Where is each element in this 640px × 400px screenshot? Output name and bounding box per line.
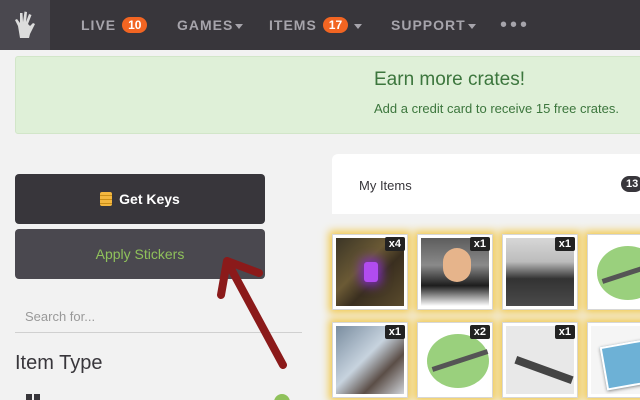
app-root: { "nav": { "logo_icon": "hand-logo-icon"… bbox=[0, 0, 640, 400]
nav-items-label: ITEMS bbox=[269, 17, 317, 33]
photo-card-image bbox=[591, 326, 640, 394]
nav-live-label: LIVE bbox=[81, 17, 117, 33]
nav-games[interactable]: GAMES bbox=[177, 0, 244, 50]
nav-items[interactable]: ITEMS 17 bbox=[269, 0, 363, 50]
inventory-tile[interactable]: x1 bbox=[332, 322, 408, 398]
inventory-tile[interactable]: x1 bbox=[502, 234, 578, 310]
top-navbar: LIVE 10 GAMES ITEMS 17 SUPPORT ••• bbox=[0, 0, 640, 50]
filter-toggle-icon[interactable] bbox=[274, 394, 290, 400]
live-count-badge: 10 bbox=[122, 17, 148, 33]
red-arrow-annotation bbox=[217, 257, 287, 369]
nav-live[interactable]: LIVE 10 bbox=[81, 0, 148, 50]
item-count-badge: 13 bbox=[621, 176, 640, 192]
inventory-tile[interactable] bbox=[587, 234, 640, 310]
quantity-badge: x2 bbox=[469, 325, 490, 339]
more-menu-icon[interactable]: ••• bbox=[500, 0, 530, 50]
banner-title: Earn more crates! bbox=[374, 69, 525, 90]
inventory-tile[interactable]: x1 bbox=[417, 234, 493, 310]
puzzle-sticker-image bbox=[591, 238, 640, 306]
grid-view-icon[interactable] bbox=[26, 394, 40, 400]
banner-subtitle: Add a credit card to receive 15 free cra… bbox=[374, 101, 619, 116]
quantity-badge: x1 bbox=[384, 325, 405, 339]
apply-stickers-label: Apply Stickers bbox=[95, 246, 185, 262]
inventory-tile[interactable]: x4 bbox=[332, 234, 408, 310]
caret-down-icon bbox=[354, 23, 363, 29]
promo-banner: Earn more crates! Add a credit card to r… bbox=[15, 56, 640, 134]
caret-down-icon bbox=[235, 23, 244, 29]
hand-logo-icon[interactable] bbox=[0, 0, 50, 50]
tab-my-items[interactable]: My Items 13 bbox=[332, 154, 640, 214]
inventory-tile[interactable]: x1 bbox=[502, 322, 578, 398]
get-keys-label: Get Keys bbox=[119, 191, 180, 207]
caret-down-icon bbox=[467, 23, 476, 29]
tab-my-items-label: My Items bbox=[359, 178, 412, 193]
inventory-tile[interactable]: x2 bbox=[417, 322, 493, 398]
nav-support[interactable]: SUPPORT bbox=[391, 0, 476, 50]
coin-stack-icon bbox=[100, 192, 113, 206]
items-count-badge: 17 bbox=[322, 17, 349, 33]
inventory-tile[interactable] bbox=[587, 322, 640, 398]
get-keys-button[interactable]: Get Keys bbox=[15, 174, 265, 224]
quantity-badge: x4 bbox=[384, 237, 405, 251]
nav-support-label: SUPPORT bbox=[391, 17, 466, 33]
item-type-heading: Item Type bbox=[15, 352, 103, 374]
quantity-badge: x1 bbox=[469, 237, 490, 251]
quantity-badge: x1 bbox=[554, 325, 575, 339]
quantity-badge: x1 bbox=[554, 237, 575, 251]
nav-games-label: GAMES bbox=[177, 17, 234, 33]
